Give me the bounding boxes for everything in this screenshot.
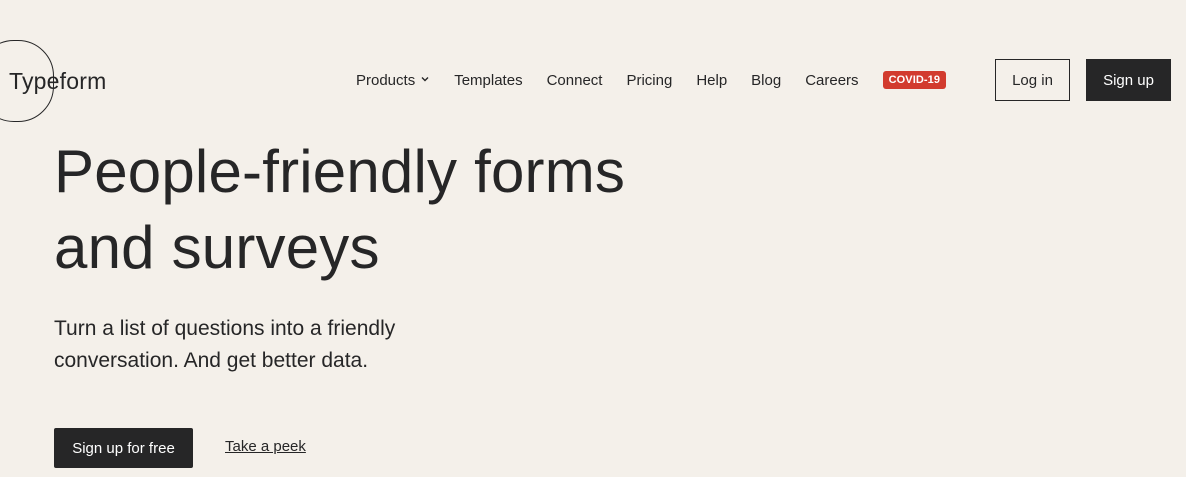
logo[interactable]: Typeform bbox=[0, 40, 130, 124]
login-button[interactable]: Log in bbox=[995, 59, 1070, 101]
nav-connect[interactable]: Connect bbox=[547, 72, 603, 89]
nav-covid[interactable]: COVID-19 bbox=[882, 71, 947, 89]
covid-badge: COVID-19 bbox=[882, 71, 947, 89]
hero-title: People-friendly forms and surveys bbox=[54, 134, 754, 286]
nav-help[interactable]: Help bbox=[696, 72, 727, 89]
hero-title-line-2: and surveys bbox=[54, 214, 380, 281]
main-nav: Products Templates Connect Pricing Help … bbox=[356, 68, 947, 92]
signup-free-button[interactable]: Sign up for free bbox=[54, 428, 193, 468]
nav-products[interactable]: Products bbox=[356, 72, 430, 89]
nav-pricing[interactable]: Pricing bbox=[626, 72, 672, 89]
page: Typeform Products Templates Connect Pric… bbox=[0, 0, 1186, 477]
logo-text: Typeform bbox=[9, 68, 107, 94]
nav-templates[interactable]: Templates bbox=[454, 72, 522, 89]
hero-subtitle-line-2: conversation. And get better data. bbox=[54, 349, 369, 372]
nav-products-label: Products bbox=[356, 71, 416, 89]
hero-subtitle-line-1: Turn a list of questions into a friendly bbox=[54, 317, 396, 340]
take-a-peek-link[interactable]: Take a peek bbox=[225, 438, 306, 455]
signup-button[interactable]: Sign up bbox=[1086, 59, 1171, 101]
chevron-down-icon bbox=[421, 77, 429, 82]
nav-blog[interactable]: Blog bbox=[751, 72, 781, 89]
nav-careers[interactable]: Careers bbox=[805, 72, 858, 89]
hero-subtitle: Turn a list of questions into a friendly… bbox=[54, 313, 474, 377]
hero-title-line-1: People-friendly forms bbox=[54, 138, 626, 205]
